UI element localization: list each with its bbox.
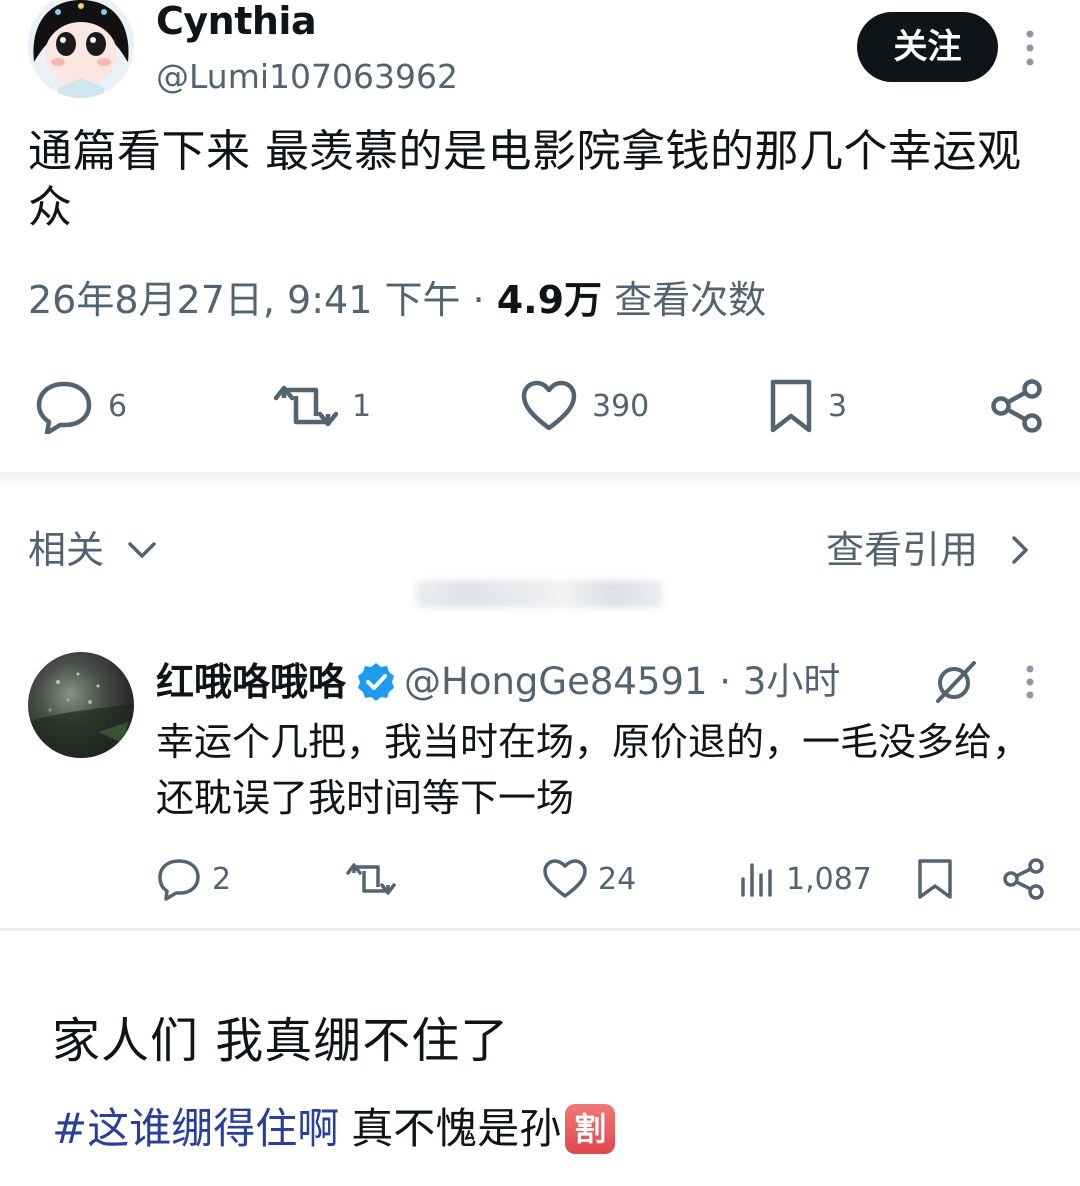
- reply-bookmark-action[interactable]: [916, 853, 954, 905]
- heart-icon: [543, 859, 587, 898]
- view-quotes-link[interactable]: 查看引用: [826, 525, 1040, 575]
- speech-bubble-icon: [36, 381, 92, 434]
- like-count: 390: [592, 388, 650, 424]
- post-text: 通篇看下来 最羡慕的是电影院拿钱的那几个幸运观众: [28, 126, 1022, 233]
- reply-handle-time[interactable]: @HongGe84591 · 3小时: [404, 656, 840, 708]
- repost-count: 1: [352, 388, 372, 424]
- section-divider: [0, 928, 1080, 931]
- caption-text: 家人们 我真绷不住了: [52, 1013, 510, 1069]
- red-square-emoji-icon: 割: [565, 1104, 616, 1154]
- reply-reply-action[interactable]: 2: [156, 853, 231, 905]
- reply-like-action[interactable]: 24: [542, 853, 636, 905]
- chevron-right-icon: [1012, 536, 1028, 564]
- author-handle[interactable]: @Lumi107063962: [156, 56, 458, 98]
- bookmark-action[interactable]: 3: [768, 376, 847, 436]
- share-action[interactable]: [990, 376, 1044, 436]
- related-dropdown[interactable]: 相关: [28, 525, 162, 575]
- bookmark-icon: [770, 379, 812, 433]
- bookmark-icon: [918, 859, 952, 899]
- related-label: 相关: [28, 528, 105, 572]
- reply-reply-count: 2: [212, 861, 232, 897]
- reply-text: 幸运个几把，我当时在场，原价退的，一毛没多给，还耽误了我时间等下一场: [156, 720, 1031, 820]
- view-quotes-label: 查看引用: [826, 528, 979, 572]
- share-nodes-icon: [991, 379, 1042, 433]
- post-timestamp[interactable]: 26年8月27日, 9:41 下午: [28, 278, 460, 322]
- section-divider: [0, 472, 1080, 490]
- repost-arrows-icon: [346, 863, 396, 895]
- share-nodes-icon: [1003, 858, 1044, 900]
- hashtag-rest-text: 真不愧是孙: [351, 1104, 562, 1153]
- post-meta: 26年8月27日, 9:41 下午 · 4.9万 查看次数: [28, 274, 766, 326]
- reply-views-action[interactable]: 1,087: [738, 853, 872, 905]
- hashtag-link[interactable]: #这谁绷得住啊: [52, 1098, 339, 1160]
- author-name[interactable]: Cynthia: [156, 0, 317, 44]
- blurred-watermark: [415, 580, 663, 608]
- repost-action[interactable]: 1: [274, 376, 371, 436]
- chevron-down-icon: [128, 542, 156, 558]
- meta-separator: ·: [460, 278, 497, 322]
- follow-button[interactable]: 关注: [857, 12, 998, 82]
- reply-author-name[interactable]: 红哦咯哦咯: [156, 656, 346, 708]
- crowd-photo: [28, 672, 134, 758]
- reply-views-count: 1,087: [786, 861, 872, 897]
- verified-badge-icon: [358, 663, 395, 701]
- repost-arrows-icon: [274, 385, 338, 427]
- author-avatar[interactable]: [28, 0, 134, 98]
- reply-count: 6: [108, 388, 128, 424]
- heart-icon: [521, 380, 577, 431]
- reply-repost-action[interactable]: [346, 853, 406, 905]
- reply-action[interactable]: 6: [34, 376, 127, 436]
- bar-chart-icon: [741, 863, 772, 897]
- reply-avatar[interactable]: [28, 652, 134, 758]
- hashtag-line: #这谁绷得住啊 真不愧是孙 割: [52, 1098, 616, 1160]
- bookmark-count: 3: [828, 388, 848, 424]
- reply-header: 红哦咯哦咯 @HongGe84591 · 3小时: [156, 656, 840, 708]
- avatar-illustration: [28, 0, 134, 98]
- views-label: 查看次数: [602, 278, 767, 322]
- grok-slash-icon[interactable]: [930, 658, 980, 706]
- speech-bubble-icon: [158, 859, 200, 901]
- reply-like-count: 24: [598, 861, 637, 897]
- more-options-icon[interactable]: [1016, 26, 1044, 70]
- like-action[interactable]: 390: [520, 376, 649, 436]
- reply-share-action[interactable]: [1002, 853, 1046, 905]
- views-count: 4.9万: [496, 278, 603, 322]
- reply-more-options-icon[interactable]: [1016, 662, 1044, 702]
